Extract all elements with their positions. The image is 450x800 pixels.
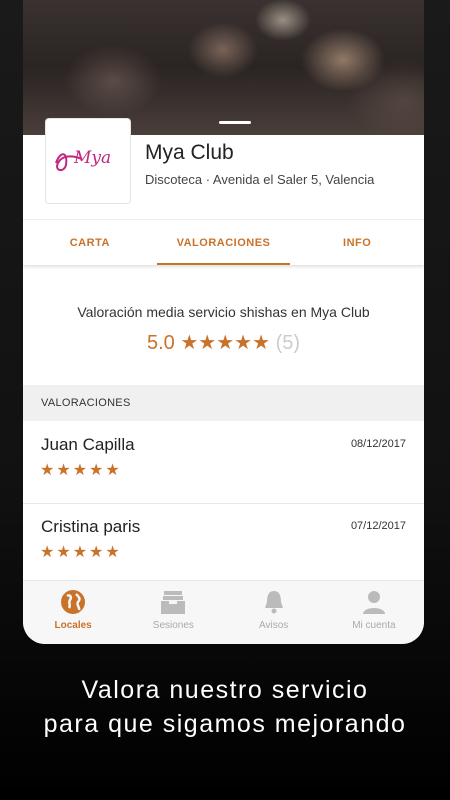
venue-name: Mya Club bbox=[145, 141, 234, 164]
review-date: 08/12/2017 bbox=[350, 438, 406, 450]
inbox-icon bbox=[161, 591, 186, 614]
tab-carta[interactable]: CARTA bbox=[23, 220, 157, 265]
bell-icon bbox=[264, 591, 283, 614]
nav-label: Avisos bbox=[258, 620, 289, 631]
bottom-navigation: Locales Sesiones Avisos Mi cuenta bbox=[23, 580, 424, 644]
tab-info[interactable]: INFO bbox=[290, 220, 424, 265]
logo-text: Mya bbox=[73, 148, 111, 168]
tab-valoraciones[interactable]: VALORACIONES bbox=[156, 220, 291, 265]
rating-average: 5.0 bbox=[146, 332, 175, 354]
nav-label: Mi cuenta bbox=[352, 620, 396, 631]
review-author: Juan Capilla bbox=[41, 435, 135, 454]
venue-hero-photo bbox=[23, 0, 424, 135]
rating-count: (5) bbox=[275, 332, 301, 354]
promo-caption-line-1: Valora nuestro servicio bbox=[81, 676, 369, 704]
promo-caption-line-2: para que sigamos mejorando bbox=[43, 710, 407, 738]
nav-avisos[interactable]: Avisos bbox=[224, 581, 324, 644]
rating-summary: 5.0 ★★★★★ (5) bbox=[23, 330, 424, 355]
review-item: Juan Capilla 08/12/2017 ★★★★★ bbox=[23, 422, 424, 504]
venue-tabs: CARTA VALORACIONES INFO bbox=[23, 219, 424, 265]
nav-label: Sesiones bbox=[152, 620, 194, 631]
nav-locales[interactable]: Locales bbox=[23, 581, 123, 644]
globe-icon bbox=[61, 590, 86, 614]
review-author: Cristina paris bbox=[41, 517, 141, 536]
venue-logo: Mya bbox=[45, 118, 131, 204]
app-screen: Mya Mya Club Discoteca · Avenida el Sale… bbox=[23, 0, 424, 644]
rating-summary-title: Valoración media servicio shishas en Mya… bbox=[77, 304, 370, 320]
nav-sesiones[interactable]: Sesiones bbox=[123, 581, 223, 644]
rating-stars: ★★★★★ bbox=[180, 332, 270, 354]
photo-page-indicator bbox=[219, 121, 251, 124]
review-stars: ★★★★★ bbox=[40, 462, 122, 479]
review-stars: ★★★★★ bbox=[40, 544, 122, 561]
venue-address: Discoteca · Avenida el Saler 5, Valencia bbox=[145, 172, 375, 187]
nav-mi-cuenta[interactable]: Mi cuenta bbox=[324, 581, 424, 644]
review-date: 07/12/2017 bbox=[350, 520, 406, 532]
user-icon bbox=[362, 591, 385, 614]
reviews-section-header: VALORACIONES bbox=[23, 385, 424, 421]
nav-label: Locales bbox=[54, 620, 92, 631]
mya-logo-icon: Mya bbox=[55, 148, 111, 171]
review-item: Cristina paris 07/12/2017 ★★★★★ bbox=[23, 504, 424, 586]
